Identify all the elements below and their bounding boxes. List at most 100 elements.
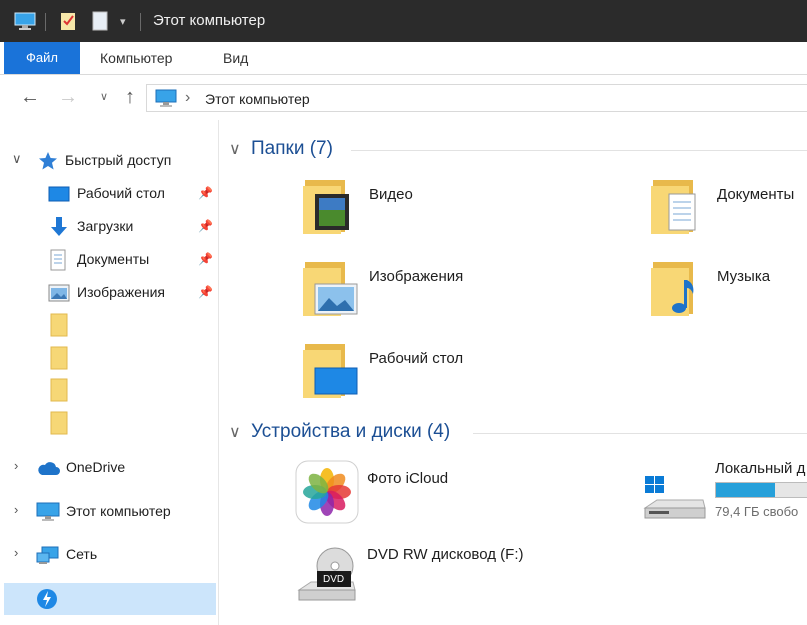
folder-tile-pictures[interactable]: Изображения <box>301 258 601 328</box>
group-divider <box>351 150 807 151</box>
folder-name: Рабочий стол <box>369 350 464 367</box>
window-title: Этот компьютер <box>153 12 266 29</box>
new-folder-icon[interactable] <box>92 0 108 42</box>
pin-icon[interactable]: 📌 <box>198 186 213 200</box>
up-arrow-icon[interactable]: ↑ <box>118 85 142 109</box>
tab-view[interactable]: Вид <box>223 42 248 74</box>
device-name: Локальный д <box>715 460 806 477</box>
documents-folder-icon <box>649 176 699 239</box>
device-tile-icloud-photos[interactable]: Фото iCloud <box>295 460 595 530</box>
sidebar-item-label: Загрузки <box>77 218 134 234</box>
sidebar-item-selected[interactable] <box>4 583 216 615</box>
folder-name: Изображения <box>369 268 464 285</box>
sidebar-item-downloads[interactable]: Загрузки 📌 <box>0 214 218 240</box>
recent-locations-chevron-icon[interactable]: ∨ <box>92 85 116 109</box>
folder-tile-desktop[interactable]: Рабочий стол <box>301 340 601 410</box>
homegroup-icon <box>36 588 58 613</box>
computer-icon[interactable] <box>14 0 36 42</box>
folder-tile-music[interactable]: Музыка <box>649 258 807 328</box>
music-folder-icon <box>649 258 699 321</box>
folder-icon <box>50 411 68 438</box>
tab-computer[interactable]: Компьютер <box>100 42 172 74</box>
title-bar: ▾ Этот компьютер <box>0 0 807 42</box>
documents-icon <box>50 249 66 274</box>
this-pc-icon <box>155 89 177 110</box>
pin-icon[interactable]: 📌 <box>198 285 213 299</box>
sidebar-item-documents[interactable]: Документы 📌 <box>0 247 218 273</box>
folder-icon <box>50 346 68 373</box>
sidebar-item-folder[interactable] <box>48 313 208 339</box>
sidebar-item-pictures[interactable]: Изображения 📌 <box>0 280 218 306</box>
group-header-folders[interactable]: ∨ Папки (7) <box>229 136 333 162</box>
collapsed-chevron-icon[interactable]: › <box>14 458 18 473</box>
device-name: Фото iCloud <box>367 470 449 487</box>
network-icon <box>36 545 60 568</box>
sidebar-item-label: OneDrive <box>66 459 126 475</box>
sidebar-item-desktop[interactable]: Рабочий стол 📌 <box>0 181 218 207</box>
forward-arrow-icon[interactable]: → <box>56 85 80 109</box>
collapsed-chevron-icon[interactable]: › <box>14 545 18 560</box>
device-tile-dvd-drive[interactable]: DVD DVD RW дисковод (F:) <box>295 544 595 614</box>
desktop-folder-icon <box>301 340 359 403</box>
video-folder-icon <box>301 176 351 239</box>
disk-usage-fill <box>716 483 775 497</box>
group-collapse-chevron-icon[interactable]: ∨ <box>229 139 245 159</box>
breadcrumb-this-pc[interactable]: Этот компьютер <box>205 91 310 107</box>
group-title: Папки (7) <box>251 138 333 159</box>
sidebar-item-label: Рабочий стол <box>77 185 165 201</box>
file-view: ∨ Папки (7) Видео Документы Изображения … <box>219 120 807 625</box>
sidebar-item-label: Документы <box>77 251 150 267</box>
ribbon: Файл Компьютер Вид <box>0 42 807 75</box>
navigation-pane: ∨ Быстрый доступ Рабочий стол 📌 Загрузки… <box>0 120 219 625</box>
this-pc-icon <box>36 502 60 525</box>
expanded-chevron-icon[interactable]: ∨ <box>12 151 22 167</box>
pin-icon[interactable]: 📌 <box>198 219 213 233</box>
desktop-icon <box>48 185 70 206</box>
sidebar-item-network[interactable]: › Сеть <box>0 542 218 568</box>
customize-toolbar-chevron-icon[interactable]: ▾ <box>120 0 126 42</box>
back-arrow-icon[interactable]: ← <box>18 85 42 109</box>
sidebar-item-label: Сеть <box>66 546 98 562</box>
sidebar-item-onedrive[interactable]: › OneDrive <box>0 455 218 481</box>
collapsed-chevron-icon[interactable]: › <box>14 502 18 517</box>
star-icon <box>38 151 58 174</box>
cloud-icon <box>36 460 60 479</box>
folder-name: Музыка <box>717 268 771 285</box>
icloud-photos-icon <box>295 460 359 527</box>
sidebar-item-quick-access[interactable]: ∨ Быстрый доступ <box>0 148 218 174</box>
group-title: Устройства и диски (4) <box>251 421 451 442</box>
folder-icon <box>50 378 68 405</box>
folder-name: Документы <box>717 186 795 203</box>
separator <box>45 13 46 31</box>
dvd-label: DVD <box>323 574 345 585</box>
device-tile-local-disk[interactable]: Локальный д 79,4 ГБ свобо <box>643 460 807 530</box>
sidebar-item-label: Этот компьютер <box>66 503 171 519</box>
group-collapse-chevron-icon[interactable]: ∨ <box>229 422 245 442</box>
folder-tile-documents[interactable]: Документы <box>649 176 807 246</box>
properties-icon[interactable] <box>60 0 78 42</box>
sidebar-item-label: Быстрый доступ <box>65 152 172 168</box>
sidebar-item-folder[interactable] <box>48 411 208 437</box>
address-bar[interactable]: › Этот компьютер <box>146 84 807 112</box>
disk-usage-bar <box>715 482 807 498</box>
group-divider <box>473 433 807 434</box>
folder-icon <box>50 313 68 340</box>
pictures-icon <box>48 284 70 305</box>
group-header-devices[interactable]: ∨ Устройства и диски (4) <box>229 419 450 445</box>
pin-icon[interactable]: 📌 <box>198 252 213 266</box>
disk-free-space: 79,4 ГБ свобо <box>715 504 799 519</box>
sidebar-item-folder[interactable] <box>48 378 208 404</box>
separator <box>140 13 141 31</box>
sidebar-item-folder[interactable] <box>48 346 208 372</box>
dvd-drive-icon: DVD <box>297 546 357 609</box>
downloads-icon <box>50 216 68 241</box>
folder-name: Видео <box>369 186 413 203</box>
sidebar-item-this-pc[interactable]: › Этот компьютер <box>0 499 218 525</box>
breadcrumb-separator-icon: › <box>185 89 191 106</box>
folder-tile-videos[interactable]: Видео <box>301 176 601 246</box>
device-name: DVD RW дисковод (F:) <box>367 546 524 563</box>
tab-file[interactable]: Файл <box>4 42 80 74</box>
local-disk-icon <box>643 474 707 527</box>
sidebar-item-label: Изображения <box>77 284 165 300</box>
pictures-folder-icon <box>301 258 359 321</box>
